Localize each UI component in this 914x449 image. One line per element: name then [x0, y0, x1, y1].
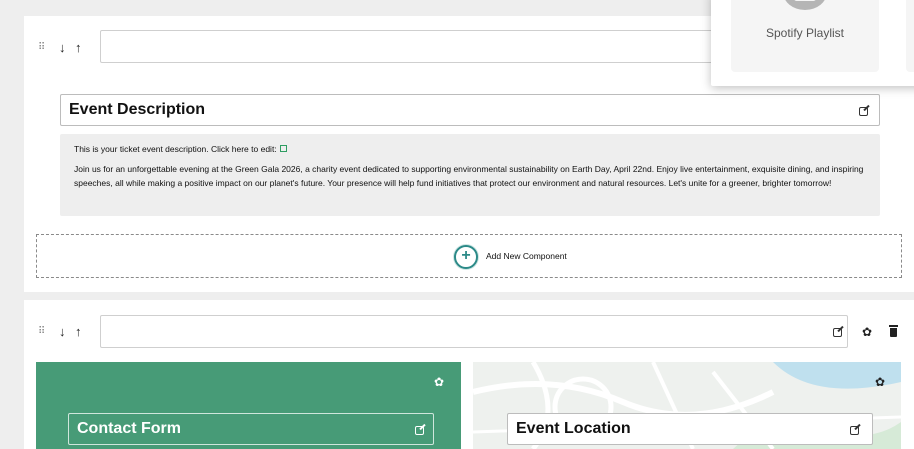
contact-form-column: ✿ Contact Form	[36, 362, 461, 449]
gear-icon[interactable]: ✿	[862, 326, 872, 338]
description-intro: This is your ticket event description. C…	[74, 144, 277, 154]
edit-icon[interactable]	[850, 426, 859, 435]
spotify-icon	[783, 0, 827, 10]
move-down-button[interactable]: ↓	[59, 41, 66, 55]
section-title-input[interactable]	[100, 30, 740, 63]
spotify-playlist-option[interactable]: Spotify Playlist	[731, 0, 879, 72]
event-location-header: Event Location	[507, 413, 873, 445]
external-link-icon[interactable]	[279, 145, 287, 152]
trash-icon[interactable]	[889, 325, 898, 337]
edit-icon[interactable]	[859, 107, 868, 116]
event-location-title: Event Location	[516, 420, 631, 437]
move-down-button[interactable]: ↓	[59, 325, 66, 339]
component-picker-popup: Spotify Playlist	[711, 0, 914, 86]
event-location-column: ✿ Event Location	[473, 362, 901, 449]
gear-icon[interactable]: ✿	[875, 376, 885, 388]
section-title-input[interactable]	[100, 315, 848, 348]
description-text: Join us for an unforgettable evening at …	[74, 164, 864, 188]
next-option-card[interactable]	[906, 0, 914, 72]
event-description-header: Event Description	[60, 94, 880, 126]
contact-form-header: Contact Form	[68, 413, 434, 445]
add-component-dropzone[interactable]: + Add New Component	[36, 234, 902, 278]
edit-icon[interactable]	[833, 328, 842, 337]
drag-handle-icon[interactable]: ⠿	[38, 327, 45, 337]
edit-icon[interactable]	[415, 426, 424, 435]
move-up-button[interactable]: ↑	[75, 41, 82, 55]
content-section-2: ⠿ ↓ ↑ ✿ ✿ Contact Form ✿ Event Location	[24, 300, 914, 449]
drag-handle-icon[interactable]: ⠿	[38, 43, 45, 53]
contact-form-title: Contact Form	[77, 420, 181, 437]
spotify-playlist-label: Spotify Playlist	[765, 26, 845, 40]
add-component-label[interactable]: Add New Component	[486, 251, 567, 261]
move-up-button[interactable]: ↑	[75, 325, 82, 339]
event-description-title: Event Description	[69, 101, 206, 118]
event-description-body[interactable]: This is your ticket event description. C…	[60, 134, 880, 216]
add-component-button[interactable]: +	[454, 245, 478, 269]
gear-icon[interactable]: ✿	[434, 376, 444, 388]
